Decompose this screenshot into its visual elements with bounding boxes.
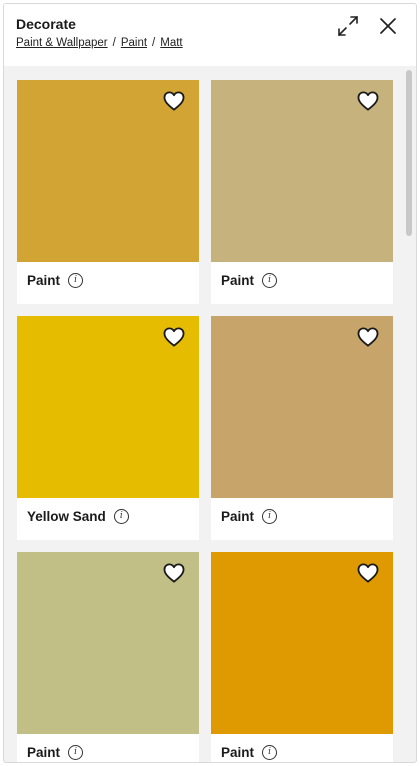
breadcrumb: Paint & Wallpaper / Paint / Matt <box>16 37 183 49</box>
product-name: Yellow Sand <box>27 509 106 524</box>
breadcrumb-matt[interactable]: Matt <box>160 37 182 49</box>
info-icon[interactable]: i <box>113 509 129 524</box>
expand-button[interactable] <box>335 13 361 39</box>
product-card[interactable]: Paint i <box>17 80 199 304</box>
info-icon[interactable]: i <box>68 745 84 760</box>
heart-outline-icon <box>357 327 379 347</box>
product-label: Paint i <box>221 273 278 288</box>
favourite-button[interactable] <box>357 91 379 111</box>
product-label: Yellow Sand i <box>27 509 129 524</box>
breadcrumb-paint-wallpaper[interactable]: Paint & Wallpaper <box>16 37 108 49</box>
heart-outline-icon <box>163 327 185 347</box>
heart-outline-icon <box>357 563 379 583</box>
heart-outline-icon <box>357 91 379 111</box>
info-icon[interactable]: i <box>68 273 84 288</box>
product-name: Paint <box>221 273 255 288</box>
product-card[interactable]: Paint i <box>211 552 393 762</box>
product-name: Paint <box>221 509 255 524</box>
product-label: Paint i <box>221 745 278 760</box>
product-name: Paint <box>27 745 61 760</box>
product-card[interactable]: Paint i <box>211 316 393 540</box>
product-card[interactable]: Yellow Sand i <box>17 316 199 540</box>
decorate-panel: Decorate Paint & Wallpaper / Paint / Matt Pa… <box>3 3 417 763</box>
favourite-button[interactable] <box>357 563 379 583</box>
breadcrumb-separator: / <box>112 37 116 49</box>
expand-icon <box>338 16 358 36</box>
close-icon <box>380 18 396 34</box>
info-icon[interactable]: i <box>262 509 278 524</box>
product-name: Paint <box>27 273 61 288</box>
product-card[interactable]: Paint i <box>17 552 199 762</box>
heart-outline-icon <box>163 91 185 111</box>
favourite-button[interactable] <box>357 327 379 347</box>
favourite-button[interactable] <box>163 563 185 583</box>
favourite-button[interactable] <box>163 91 185 111</box>
info-icon[interactable]: i <box>262 273 278 288</box>
breadcrumb-paint[interactable]: Paint <box>121 37 147 49</box>
product-card[interactable]: Paint i <box>211 80 393 304</box>
info-icon[interactable]: i <box>262 745 278 760</box>
product-name: Paint <box>221 745 255 760</box>
product-label: Paint i <box>27 273 84 288</box>
scrollbar[interactable] <box>406 70 412 236</box>
page-title: Decorate <box>16 16 76 32</box>
product-label: Paint i <box>27 745 84 760</box>
heart-outline-icon <box>163 563 185 583</box>
breadcrumb-separator: / <box>152 37 156 49</box>
close-button[interactable] <box>375 13 401 39</box>
favourite-button[interactable] <box>163 327 185 347</box>
product-label: Paint i <box>221 509 278 524</box>
panel-header: Decorate Paint & Wallpaper / Paint / Matt <box>4 4 416 66</box>
